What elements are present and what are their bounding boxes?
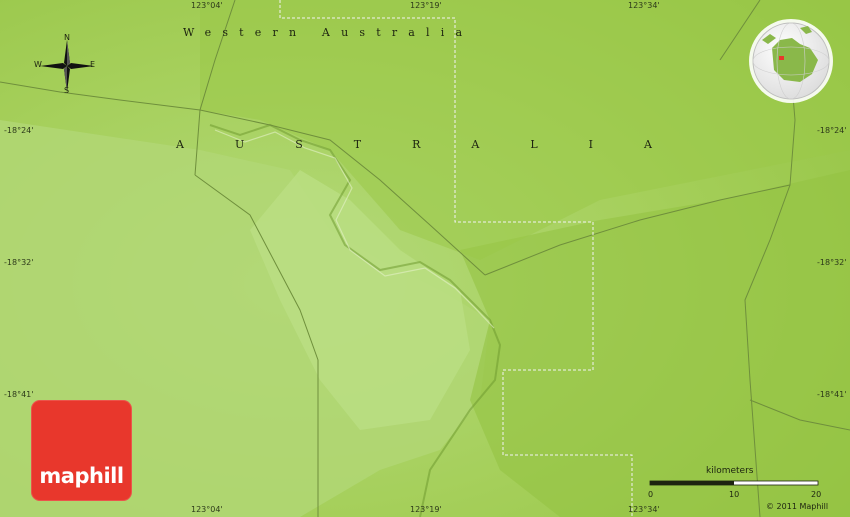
lon-label-bottom-1: 123°04'	[191, 505, 223, 514]
country-label: AUSTRALIA	[176, 138, 703, 151]
lat-label-right-2: -18°32'	[817, 258, 847, 267]
lat-label-right-3: -18°41'	[817, 390, 847, 399]
state-label: Western Australia	[183, 26, 474, 39]
compass-n: N	[64, 33, 70, 42]
lat-label-left-3: -18°41'	[4, 390, 34, 399]
maphill-logo[interactable]: maphill	[31, 400, 132, 501]
lon-label-top-2: 123°19'	[410, 1, 442, 10]
compass-s: S	[64, 86, 70, 95]
compass-w: W	[34, 60, 42, 69]
copyright-text: © 2011 Maphill	[766, 502, 829, 511]
lat-label-left-2: -18°32'	[4, 258, 34, 267]
physical-map[interactable]: 123°04' 123°19' 123°34' 123°04' 123°19' …	[0, 0, 850, 517]
locator-globe	[749, 19, 833, 103]
scale-tick-0: 0	[648, 490, 654, 499]
compass-e: E	[90, 60, 96, 69]
scale-tick-20: 20	[811, 490, 822, 499]
lon-label-bottom-2: 123°19'	[410, 505, 442, 514]
lon-label-top-1: 123°04'	[191, 1, 223, 10]
scale-bar: kilometers 0 10 20	[644, 466, 834, 506]
logo-text: maphill	[39, 464, 124, 488]
scale-title: kilometers	[706, 466, 754, 476]
lon-label-top-3: 123°34'	[628, 1, 660, 10]
lat-label-right-1: -18°24'	[817, 126, 847, 135]
scale-tick-10: 10	[729, 490, 740, 499]
compass: N S W E	[30, 30, 104, 100]
lon-label-bottom-3: 123°34'	[628, 505, 660, 514]
lat-label-left-1: -18°24'	[4, 126, 34, 135]
